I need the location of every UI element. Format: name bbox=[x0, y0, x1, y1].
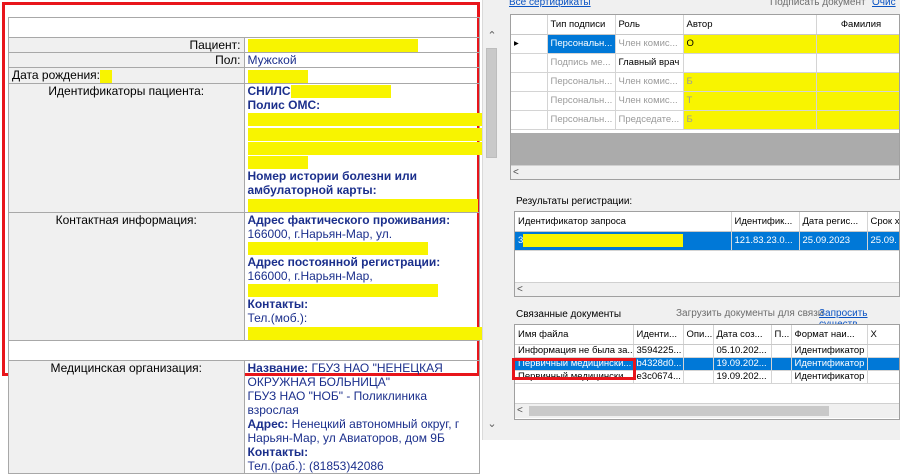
card-spacer-row bbox=[8, 339, 480, 361]
scroll-up-icon[interactable]: ⌃ bbox=[486, 30, 498, 42]
registration-grid[interactable]: Идентификатор запроса Идентифик... Дата … bbox=[514, 211, 900, 297]
oms-label: Полис ОМС: bbox=[247, 97, 321, 112]
value-sex: Мужской bbox=[243, 52, 480, 69]
label-contacts: Контактная информация: bbox=[8, 211, 245, 341]
scroll-down-icon[interactable]: ⌄ bbox=[486, 418, 498, 430]
history-label: Номер истории болезни или амбулаторной к… bbox=[247, 169, 417, 198]
scroll-thumb[interactable] bbox=[486, 48, 497, 158]
actual-address-value: 166000, г.Нарьян-Мар, ул. bbox=[247, 226, 393, 241]
snils-label: СНИЛС bbox=[247, 83, 291, 98]
documents-pane: Все сертификаты Подписать документ Очис … bbox=[500, 0, 900, 440]
row-patient: Пациент: bbox=[8, 36, 480, 54]
card-header-row bbox=[8, 17, 480, 38]
mobile-phone-value: Тел.(моб.): bbox=[247, 311, 308, 326]
table-row[interactable]: Персональн... Член комис... Т bbox=[511, 91, 899, 111]
row-identifiers: Идентификаторы пациента: СНИЛС Полис ОМС… bbox=[8, 82, 608, 213]
row-contacts: Контактная информация: Адрес фактическог… bbox=[8, 211, 508, 341]
value-identifiers: СНИЛС Полис ОМС: Номер истории болезни и… bbox=[243, 82, 608, 213]
sig-col-role[interactable]: Роль bbox=[615, 15, 684, 35]
row-organization: Медицинская организация: Название: ГБУЗ … bbox=[8, 359, 480, 474]
patient-card-frame: Пациент: Пол: Мужской Дата рождения: Иде… bbox=[2, 2, 608, 474]
doc-col-id[interactable]: Иденти... bbox=[633, 325, 684, 345]
label-patient: Пациент: bbox=[8, 36, 245, 54]
row-birthdate: Дата рождения: bbox=[8, 67, 480, 84]
patient-card-pane: Пациент: Пол: Мужской Дата рождения: Иде… bbox=[0, 0, 608, 474]
doc-col-created[interactable]: Дата соз... bbox=[713, 325, 772, 345]
reg-col-request-id[interactable]: Идентификатор запроса bbox=[515, 212, 732, 232]
actual-address-label: Адрес фактического проживания: bbox=[247, 212, 451, 227]
card-vertical-scrollbar[interactable]: ⌃ ⌄ bbox=[482, 0, 500, 440]
row-sex: Пол: Мужской bbox=[8, 52, 480, 69]
sig-grid-hscroll[interactable]: < bbox=[511, 165, 899, 179]
clear-link[interactable]: Очис bbox=[872, 0, 896, 8]
value-birthdate bbox=[243, 67, 480, 84]
doc-col-p[interactable]: П... bbox=[771, 325, 792, 345]
signatures-grid[interactable]: Тип подписи Роль Автор Фамилия ▸ Персона… bbox=[510, 14, 900, 180]
sig-col-author[interactable]: Автор bbox=[683, 15, 817, 35]
reg-col-date[interactable]: Дата регис... bbox=[799, 212, 868, 232]
table-row[interactable]: 3 121.83.23.0... 25.09.2023 25.09. bbox=[515, 231, 899, 251]
value-contacts: Адрес фактического проживания: 166000, г… bbox=[243, 211, 508, 341]
org-name-label: Название: bbox=[247, 360, 309, 375]
table-row[interactable]: Персональн... Председате... Б bbox=[511, 110, 899, 130]
value-patient bbox=[243, 36, 480, 54]
reg-grid-hscroll[interactable]: < bbox=[515, 282, 899, 296]
doc-col-filename[interactable]: Имя файла bbox=[515, 325, 634, 345]
label-organization: Медицинская организация: bbox=[8, 359, 245, 474]
doc-col-format[interactable]: Формат наи... bbox=[791, 325, 868, 345]
scroll-left-icon[interactable]: < bbox=[517, 405, 523, 416]
scroll-left-icon[interactable]: < bbox=[513, 167, 519, 178]
docs-grid-hscroll[interactable]: < bbox=[515, 403, 899, 418]
linked-docs-title: Связанные документы bbox=[516, 309, 622, 320]
registration-title: Результаты регистрации: bbox=[516, 196, 633, 207]
sig-col-surname[interactable]: Фамилия bbox=[816, 15, 899, 35]
load-docs-button[interactable]: Загрузить документы для связи bbox=[676, 308, 823, 319]
docs-hscroll-thumb[interactable] bbox=[529, 406, 829, 416]
table-row[interactable]: Персональн... Член комис... Б bbox=[511, 72, 899, 92]
value-organization: Название: ГБУЗ НАО "НЕНЕЦКАЯ ОКРУЖНАЯ БО… bbox=[243, 359, 480, 474]
table-row[interactable]: Информация не была за... 3594225... 05.1… bbox=[515, 344, 899, 358]
row-pointer-icon: ▸ bbox=[511, 34, 548, 54]
label-identifiers: Идентификаторы пациента: bbox=[8, 82, 245, 213]
table-row[interactable]: Подпись ме... Главный врач bbox=[511, 53, 899, 73]
selected-file-highlight bbox=[512, 358, 636, 380]
contacts-label: Контакты: bbox=[247, 297, 309, 312]
reg-col-term[interactable]: Срок х bbox=[867, 212, 899, 232]
table-row[interactable]: ▸ Персональн... Член комис... О bbox=[511, 34, 899, 54]
org-contacts-label: Контакты: bbox=[247, 444, 309, 459]
reg-col-identifier[interactable]: Идентифик... bbox=[731, 212, 800, 232]
doc-col-x[interactable]: Х bbox=[867, 325, 899, 345]
label-birthdate: Дата рождения: bbox=[8, 67, 245, 84]
reg-address-value: 166000, г.Нарьян-Мар, bbox=[247, 268, 373, 283]
all-certificates-link[interactable]: Все сертификаты bbox=[509, 0, 591, 8]
sign-document-button[interactable]: Подписать документ bbox=[770, 0, 866, 8]
org-phone-value: Тел.(раб.): (81853)42086 bbox=[247, 458, 384, 473]
sig-col-type[interactable]: Тип подписи bbox=[547, 15, 616, 35]
patient-info-table: Пациент: Пол: Мужской Дата рождения: Иде… bbox=[8, 17, 608, 474]
doc-col-desc[interactable]: Опи... bbox=[683, 325, 714, 345]
label-sex: Пол: bbox=[8, 52, 245, 69]
org-address-label: Адрес: bbox=[247, 416, 289, 431]
scroll-left-icon[interactable]: < bbox=[517, 284, 523, 295]
sig-col-indicator bbox=[511, 15, 548, 35]
org-sub-value: ГБУЗ НАО "НОБ" - Поликлиника взрослая bbox=[247, 388, 428, 417]
grid-empty-area bbox=[511, 133, 899, 165]
reg-address-label: Адрес постоянной регистрации: bbox=[247, 254, 441, 269]
